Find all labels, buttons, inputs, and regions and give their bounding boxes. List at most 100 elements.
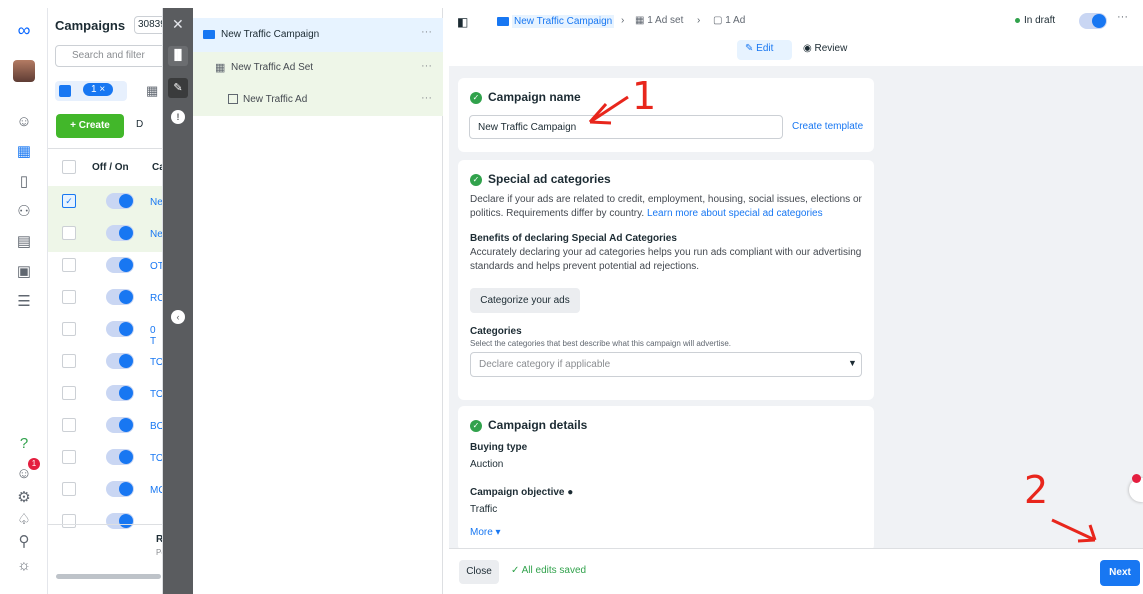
campaign-name-input[interactable]: New Traffic Campaign	[469, 115, 783, 139]
meta-logo-icon[interactable]: ∞	[14, 20, 34, 40]
create-template-link[interactable]: Create template	[792, 121, 863, 132]
campaign-name-link[interactable]: BO	[150, 421, 162, 432]
row-checkbox[interactable]	[62, 418, 76, 432]
more-icon[interactable]: ···	[1117, 11, 1128, 23]
row-checkbox[interactable]	[62, 386, 76, 400]
billing-icon[interactable]: ▣	[14, 262, 34, 282]
avatar[interactable]	[13, 60, 35, 82]
campaign-name-link[interactable]: TO	[150, 389, 162, 400]
special-description: Declare if your ads are related to credi…	[470, 193, 865, 221]
tab-edit[interactable]: ✎ Edit	[737, 40, 792, 60]
more-icon[interactable]: ···	[421, 60, 432, 72]
create-button[interactable]: + Create	[56, 114, 124, 138]
more-link[interactable]: More ▾	[470, 527, 501, 538]
row-toggle[interactable]	[106, 193, 134, 209]
menu-icon[interactable]: ☰	[14, 292, 34, 312]
buying-type-label: Buying type	[470, 442, 528, 453]
info-icon[interactable]: !	[171, 110, 185, 124]
special-ad-categories-card: ✓ Special ad categories Declare if your a…	[458, 160, 874, 400]
section-title: Campaign name	[488, 90, 581, 104]
ad-icon	[228, 94, 238, 104]
breadcrumb-ad[interactable]: ▢ 1 Ad	[713, 15, 745, 26]
folder-icon	[497, 17, 509, 26]
row-toggle[interactable]	[106, 385, 134, 401]
campaign-name-link[interactable]: MO	[150, 485, 162, 496]
row-toggle[interactable]	[106, 257, 134, 273]
bug-icon[interactable]: ☼	[14, 556, 34, 576]
results-sub: Pe	[156, 548, 162, 557]
tree-item-adset[interactable]: ▦ New Traffic Ad Set ···	[193, 56, 443, 80]
account-selector[interactable]: 30839	[134, 16, 162, 34]
select-all-checkbox[interactable]	[62, 160, 76, 174]
adsets-icon[interactable]: ▦	[146, 83, 158, 99]
row-toggle[interactable]	[106, 321, 134, 337]
duplicate-button[interactable]: D	[136, 119, 143, 130]
campaign-details-card: ✓ Campaign details Buying type Auction Ca…	[458, 406, 874, 551]
more-icon[interactable]: ···	[421, 26, 432, 38]
row-toggle[interactable]	[106, 225, 134, 241]
info-icon[interactable]: ●	[567, 487, 573, 498]
tree-adset-label: New Traffic Ad Set	[231, 62, 314, 73]
row-toggle[interactable]	[106, 513, 134, 529]
horizontal-scrollbar[interactable]	[56, 574, 161, 579]
campaign-name-link[interactable]: Ne	[150, 229, 162, 240]
filter-chip[interactable]: 1 ×	[55, 81, 127, 101]
close-icon[interactable]: ✕	[172, 16, 184, 33]
tree-item-campaign[interactable]: New Traffic Campaign ···	[193, 18, 443, 52]
row-toggle[interactable]	[106, 289, 134, 305]
row-checkbox[interactable]	[62, 322, 76, 336]
category-select[interactable]: Declare category if applicable ▼	[470, 352, 862, 377]
benefits-title: Benefits of declaring Special Ad Categor…	[470, 233, 677, 244]
help-icon[interactable]: ?	[14, 434, 34, 454]
campaign-name-link[interactable]: RC	[150, 293, 162, 304]
categories-description: Select the categories that best describe…	[470, 339, 732, 348]
categorize-ads-button[interactable]: Categorize your ads	[470, 288, 580, 313]
row-toggle[interactable]	[106, 353, 134, 369]
bell-icon[interactable]: ♤	[14, 510, 34, 530]
row-toggle[interactable]	[106, 481, 134, 497]
close-button[interactable]: Close	[459, 560, 499, 584]
more-icon[interactable]: ···	[421, 92, 432, 104]
collapse-icon[interactable]: ‹	[171, 310, 185, 324]
row-checkbox[interactable]	[62, 258, 76, 272]
search-icon[interactable]: ⚲	[14, 532, 34, 552]
row-checkbox[interactable]	[62, 482, 76, 496]
campaign-name-link[interactable]: Ne	[150, 197, 162, 208]
catalog-icon[interactable]: ▤	[14, 232, 34, 252]
tree-item-ad[interactable]: New Traffic Ad ···	[193, 88, 443, 112]
grid-table-icon[interactable]: ▦	[14, 142, 34, 162]
next-button[interactable]: Next	[1100, 560, 1140, 586]
campaign-table-pane: Campaigns 30839 Search and filter 1 × ▦ …	[48, 8, 163, 594]
row-checkbox[interactable]	[62, 226, 76, 240]
pencil-icon[interactable]: ✎	[168, 78, 188, 98]
campaign-name-link[interactable]: OT	[150, 261, 162, 272]
breadcrumb-adset[interactable]: ▦ 1 Ad set	[635, 15, 683, 26]
row-checkbox[interactable]	[62, 290, 76, 304]
row-checkbox[interactable]: ✓	[62, 194, 76, 208]
smiley-icon[interactable]: ☺	[14, 112, 34, 132]
learn-more-link[interactable]: Learn more about special ad categories	[647, 208, 823, 219]
campaign-name-link[interactable]: 0 T	[150, 325, 162, 347]
panel-toggle-icon[interactable]: ◧	[457, 15, 468, 29]
campaign-name-link[interactable]: TO	[150, 357, 162, 368]
status-dot	[1015, 18, 1020, 23]
row-toggle[interactable]	[106, 449, 134, 465]
row-checkbox[interactable]	[62, 450, 76, 464]
buying-type-value: Auction	[470, 459, 504, 470]
people-icon[interactable]: ⚇	[14, 202, 34, 222]
row-toggle[interactable]	[106, 417, 134, 433]
search-input[interactable]: Search and filter	[55, 45, 162, 67]
campaign-toggle[interactable]	[1079, 13, 1107, 29]
divider	[48, 524, 162, 525]
chevron-right-icon: ›	[621, 15, 625, 26]
page-title: Campaigns	[55, 18, 126, 33]
campaign-name-link[interactable]: TO	[150, 453, 162, 464]
breadcrumb-campaign[interactable]: New Traffic Campaign	[512, 15, 615, 28]
adset-icon: ▦	[215, 62, 226, 74]
tab-review[interactable]: ◉ Review	[803, 43, 847, 54]
row-checkbox[interactable]	[62, 354, 76, 368]
chart-icon[interactable]: ▐▌	[168, 46, 188, 66]
pages-icon[interactable]: ▯	[14, 172, 34, 192]
row-checkbox[interactable]	[62, 514, 76, 528]
settings-icon[interactable]: ⚙	[14, 488, 34, 508]
